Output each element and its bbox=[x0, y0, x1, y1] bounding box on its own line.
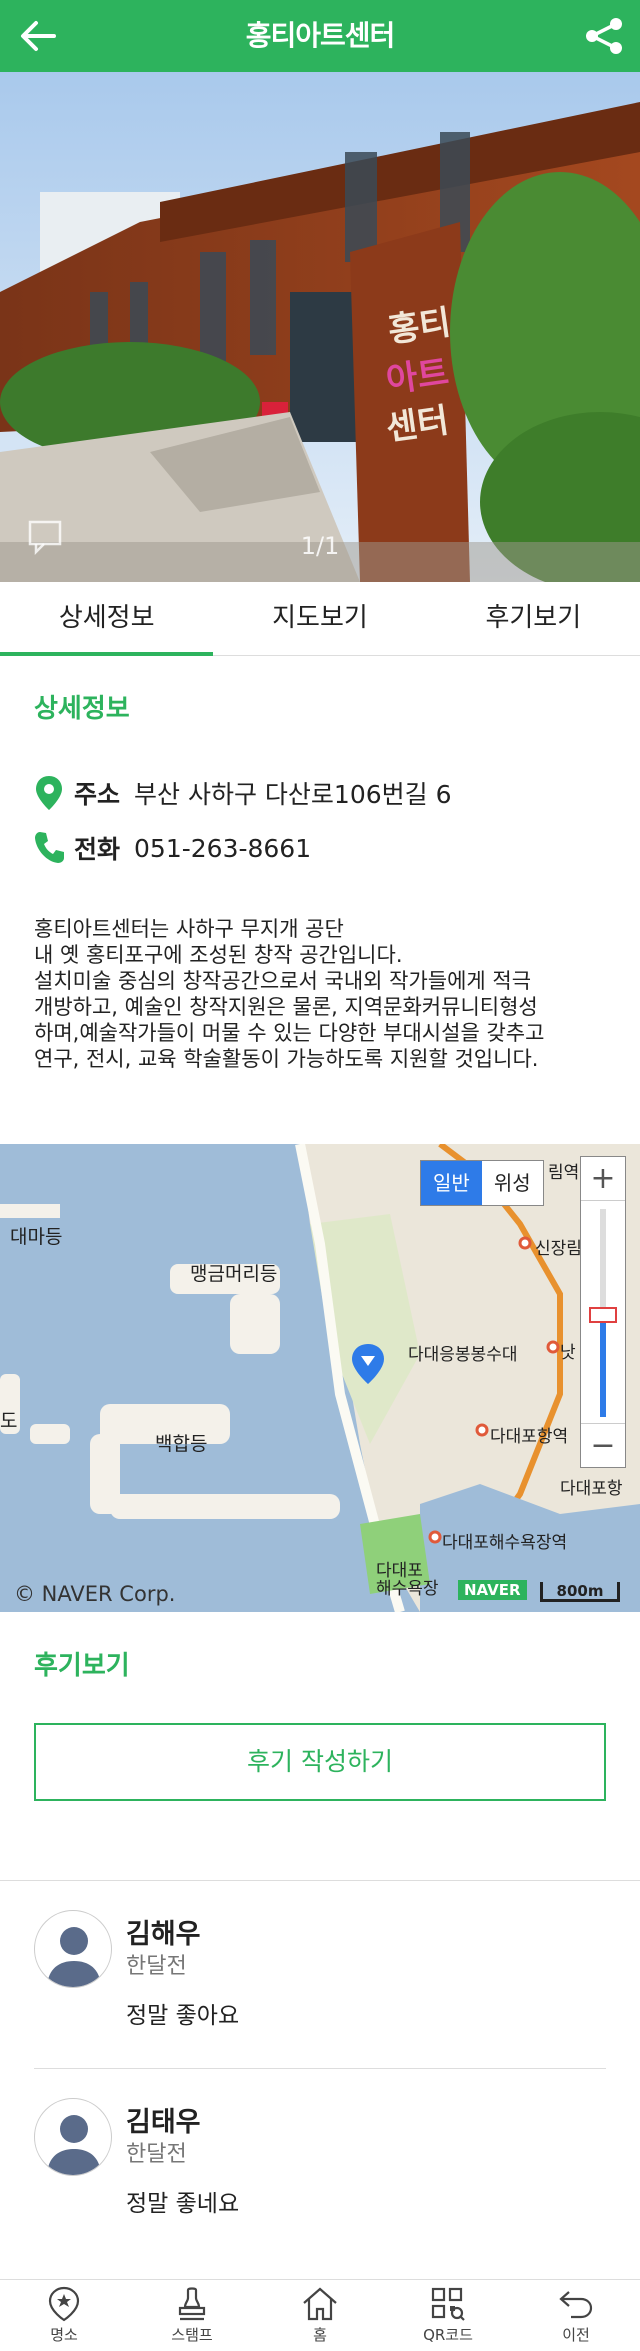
map-label-port-station: 다대포항역 bbox=[490, 1427, 569, 1447]
naver-logo: NAVER bbox=[458, 1580, 527, 1600]
divider bbox=[0, 1880, 640, 1881]
phone-row[interactable]: 전화 051-263-8661 bbox=[34, 830, 311, 866]
review-text: 정말 좋네요 bbox=[126, 2191, 240, 2217]
nav-label: 스탬프 bbox=[171, 2326, 213, 2344]
location-pin-icon bbox=[34, 775, 66, 811]
map-label-do: 도 bbox=[0, 1410, 18, 1432]
review-item: 김태우 한달전 정말 좋네요 bbox=[34, 2098, 606, 2278]
map-label-nat: 낫 bbox=[560, 1343, 576, 1363]
map-label-maenggeum: 맹금머리등 bbox=[190, 1263, 278, 1285]
map-label-baekhap: 백합등 bbox=[155, 1433, 208, 1455]
description-text: 홍티아트센터는 사하구 무지개 공단 내 옛 홍티포구에 조성된 창작 공간입니… bbox=[34, 917, 545, 1071]
nav-item-qr[interactable]: QR코드 bbox=[384, 2280, 512, 2351]
nav-label: 홈 bbox=[313, 2326, 327, 2344]
page-title: 홍티아트센터 bbox=[245, 19, 396, 52]
avatar bbox=[34, 2098, 112, 2176]
detail-section-title: 상세정보 bbox=[34, 694, 130, 724]
review-item: 김해우 한달전 정말 좋아요 bbox=[34, 1910, 606, 2090]
tab-reviews[interactable]: 후기보기 bbox=[427, 582, 640, 655]
map-label-beach-station: 다대포해수욕장역 bbox=[442, 1533, 568, 1553]
nav-label: 명소 bbox=[50, 2326, 78, 2344]
review-time: 한달전 bbox=[126, 1954, 187, 1979]
back-arrow-icon bbox=[559, 2291, 593, 2319]
review-text: 정말 좋아요 bbox=[126, 2003, 240, 2029]
hero-photo[interactable]: 홍티 아트 센터 1/1 bbox=[0, 72, 640, 582]
phone-icon bbox=[34, 830, 66, 866]
map-view[interactable]: 대마등 맹금머리등 백합등 도 다대응봉봉수대 다대포항역 다대포항 다대포해수… bbox=[0, 1144, 640, 1612]
nav-label: QR코드 bbox=[423, 2326, 473, 2344]
map-type-toggle: 일반 위성 bbox=[420, 1160, 544, 1206]
photo-counter: 1/1 bbox=[300, 532, 340, 560]
map-label-port: 다대포항 bbox=[560, 1479, 623, 1499]
map-label-beach: 다대포 해수욕장 bbox=[376, 1561, 439, 1599]
review-author: 김해우 bbox=[126, 1919, 201, 1950]
tab-map[interactable]: 지도보기 bbox=[213, 582, 426, 655]
zoom-slider-handle[interactable] bbox=[589, 1307, 617, 1323]
reviews-section-title: 후기보기 bbox=[34, 1651, 130, 1681]
share-icon[interactable] bbox=[580, 12, 628, 60]
nav-item-back[interactable]: 이전 bbox=[512, 2280, 640, 2351]
bottom-nav: 명소 스탬프 홈 QR코드 이전 bbox=[0, 2279, 640, 2351]
map-label-bongsu: 다대응봉봉수대 bbox=[408, 1345, 518, 1365]
home-icon bbox=[303, 2287, 337, 2321]
nav-item-home[interactable]: 홈 bbox=[256, 2280, 384, 2351]
nav-label: 이전 bbox=[562, 2326, 590, 2344]
map-type-satellite-button[interactable]: 위성 bbox=[482, 1161, 543, 1205]
zoom-level-fill bbox=[600, 1315, 606, 1417]
map-copyright: © NAVER Corp. bbox=[14, 1582, 176, 1606]
stamp-icon bbox=[178, 2287, 206, 2321]
address-value: 부산 사하구 다산로106번길 6 bbox=[134, 780, 452, 809]
map-type-normal-button[interactable]: 일반 bbox=[421, 1161, 482, 1205]
address-label: 주소 bbox=[74, 780, 121, 809]
building-photo: 홍티 아트 센터 bbox=[0, 72, 640, 582]
zoom-in-button[interactable]: + bbox=[581, 1157, 625, 1201]
map-label-rimyeok: 림역 bbox=[548, 1163, 580, 1183]
zoom-control: + − bbox=[580, 1156, 626, 1468]
tab-detail[interactable]: 상세정보 bbox=[0, 582, 214, 656]
nav-item-stamp[interactable]: 스탬프 bbox=[128, 2280, 256, 2351]
app-bar: 홍티아트센터 bbox=[0, 0, 640, 72]
star-pin-icon bbox=[48, 2286, 80, 2322]
phone-value[interactable]: 051-263-8661 bbox=[134, 834, 311, 863]
write-review-button[interactable]: 후기 작성하기 bbox=[34, 1723, 606, 1801]
qr-icon bbox=[431, 2287, 465, 2321]
review-time: 한달전 bbox=[126, 2142, 187, 2167]
address-row: 주소 부산 사하구 다산로106번길 6 bbox=[34, 775, 451, 811]
map-label-daemado: 대마등 bbox=[10, 1226, 63, 1248]
zoom-out-button[interactable]: − bbox=[581, 1423, 625, 1467]
review-author: 김태우 bbox=[126, 2107, 201, 2138]
phone-label: 전화 bbox=[74, 835, 121, 864]
detail-tabs: 상세정보 지도보기 후기보기 bbox=[0, 582, 640, 656]
divider bbox=[34, 2068, 606, 2069]
map-label-sinjang: 신장림 bbox=[535, 1239, 582, 1259]
avatar bbox=[34, 1910, 112, 1988]
map-scale: 800m bbox=[540, 1582, 620, 1602]
nav-item-attractions[interactable]: 명소 bbox=[0, 2280, 128, 2351]
